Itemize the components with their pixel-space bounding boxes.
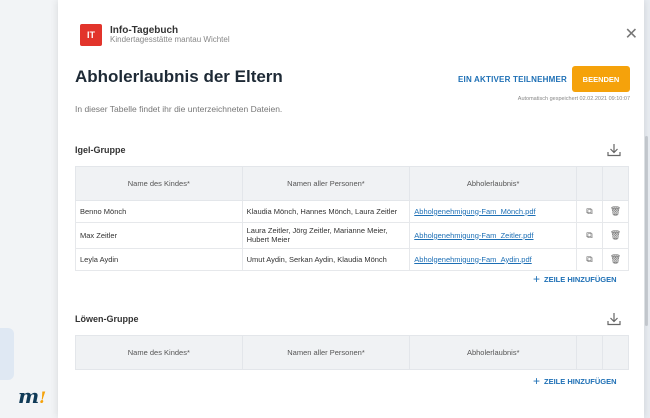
add-row-button-igel[interactable]: + ZEILE HINZUFÜGEN xyxy=(533,272,617,286)
column-header-permission: Abholerlaubnis* xyxy=(409,335,578,370)
page-title: Abholerlaubnis der Eltern xyxy=(75,67,283,86)
copy-icon[interactable]: ⧉ xyxy=(576,222,603,249)
table-row: Max Zeitler Laura Zeitler, Jörg Zeitler,… xyxy=(75,222,630,249)
end-button[interactable]: BEENDEN xyxy=(572,66,630,92)
autosave-status: Automatisch gespeichert 02.02.2021 09:10… xyxy=(517,96,630,102)
modal-header: IT Info-Tagebuch Kindertagesstätte manta… xyxy=(80,24,230,46)
plus-icon: + xyxy=(533,272,541,286)
close-icon[interactable]: ✕ xyxy=(625,24,638,44)
column-header-child: Name des Kindes* xyxy=(75,335,243,370)
trash-icon[interactable]: 🗑 xyxy=(601,222,630,249)
trash-icon[interactable]: 🗑 xyxy=(601,200,630,223)
cell-child[interactable]: Max Zeitler xyxy=(75,222,243,249)
plus-icon: + xyxy=(533,374,541,388)
download-icon[interactable] xyxy=(606,143,622,157)
download-icon[interactable] xyxy=(606,312,622,326)
trash-icon[interactable]: 🗑 xyxy=(601,247,630,271)
column-header-persons: Namen aller Personen* xyxy=(241,335,411,370)
modal-dialog: IT Info-Tagebuch Kindertagesstätte manta… xyxy=(58,0,644,418)
cell-persons[interactable]: Laura Zeitler, Jörg Zeitler, Marianne Me… xyxy=(241,222,411,249)
group-title-igel: Igel-Gruppe xyxy=(75,145,126,155)
page-subtitle: In dieser Tabelle findet ihr die unterze… xyxy=(75,104,283,114)
table-igel: Name des Kindes* Namen aller Personen* A… xyxy=(75,166,630,271)
participants-link[interactable]: EIN AKTIVER TEILNEHMER xyxy=(458,75,567,84)
copy-icon[interactable]: ⧉ xyxy=(576,200,603,223)
cell-persons[interactable]: Klaudia Mönch, Hannes Mönch, Laura Zeitl… xyxy=(241,200,411,223)
background-accent xyxy=(0,328,14,380)
table-row: Benno Mönch Klaudia Mönch, Hannes Mönch,… xyxy=(75,200,630,223)
cell-persons[interactable]: Umut Aydin, Serkan Aydin, Klaudia Mönch xyxy=(241,247,411,271)
app-subtitle: Kindertagesstätte mantau Wichtel xyxy=(110,35,230,45)
table-row: Leyla Aydin Umut Aydin, Serkan Aydin, Kl… xyxy=(75,247,630,271)
file-link[interactable]: Abholgenehmigung-Fam_Mönch.pdf xyxy=(414,207,535,216)
app-badge: IT xyxy=(80,24,102,46)
column-header-persons: Namen aller Personen* xyxy=(241,166,411,201)
cell-child[interactable]: Benno Mönch xyxy=(75,200,243,223)
add-row-button-loewen[interactable]: + ZEILE HINZUFÜGEN xyxy=(533,374,617,388)
column-header-permission: Abholerlaubnis* xyxy=(409,166,578,201)
group-title-loewen: Löwen-Gruppe xyxy=(75,314,139,324)
file-link[interactable]: Abholgenehmigung-Fam_Zeitler.pdf xyxy=(414,231,533,240)
table-loewen: Name des Kindes* Namen aller Personen* A… xyxy=(75,335,629,370)
scrollbar[interactable] xyxy=(645,136,648,326)
copy-icon[interactable]: ⧉ xyxy=(576,247,603,271)
column-header-child: Name des Kindes* xyxy=(75,166,243,201)
cell-child[interactable]: Leyla Aydin xyxy=(75,247,243,271)
app-logo: m! xyxy=(18,384,47,408)
file-link[interactable]: Abholgenehmigung-Fam_Aydin.pdf xyxy=(414,255,531,264)
